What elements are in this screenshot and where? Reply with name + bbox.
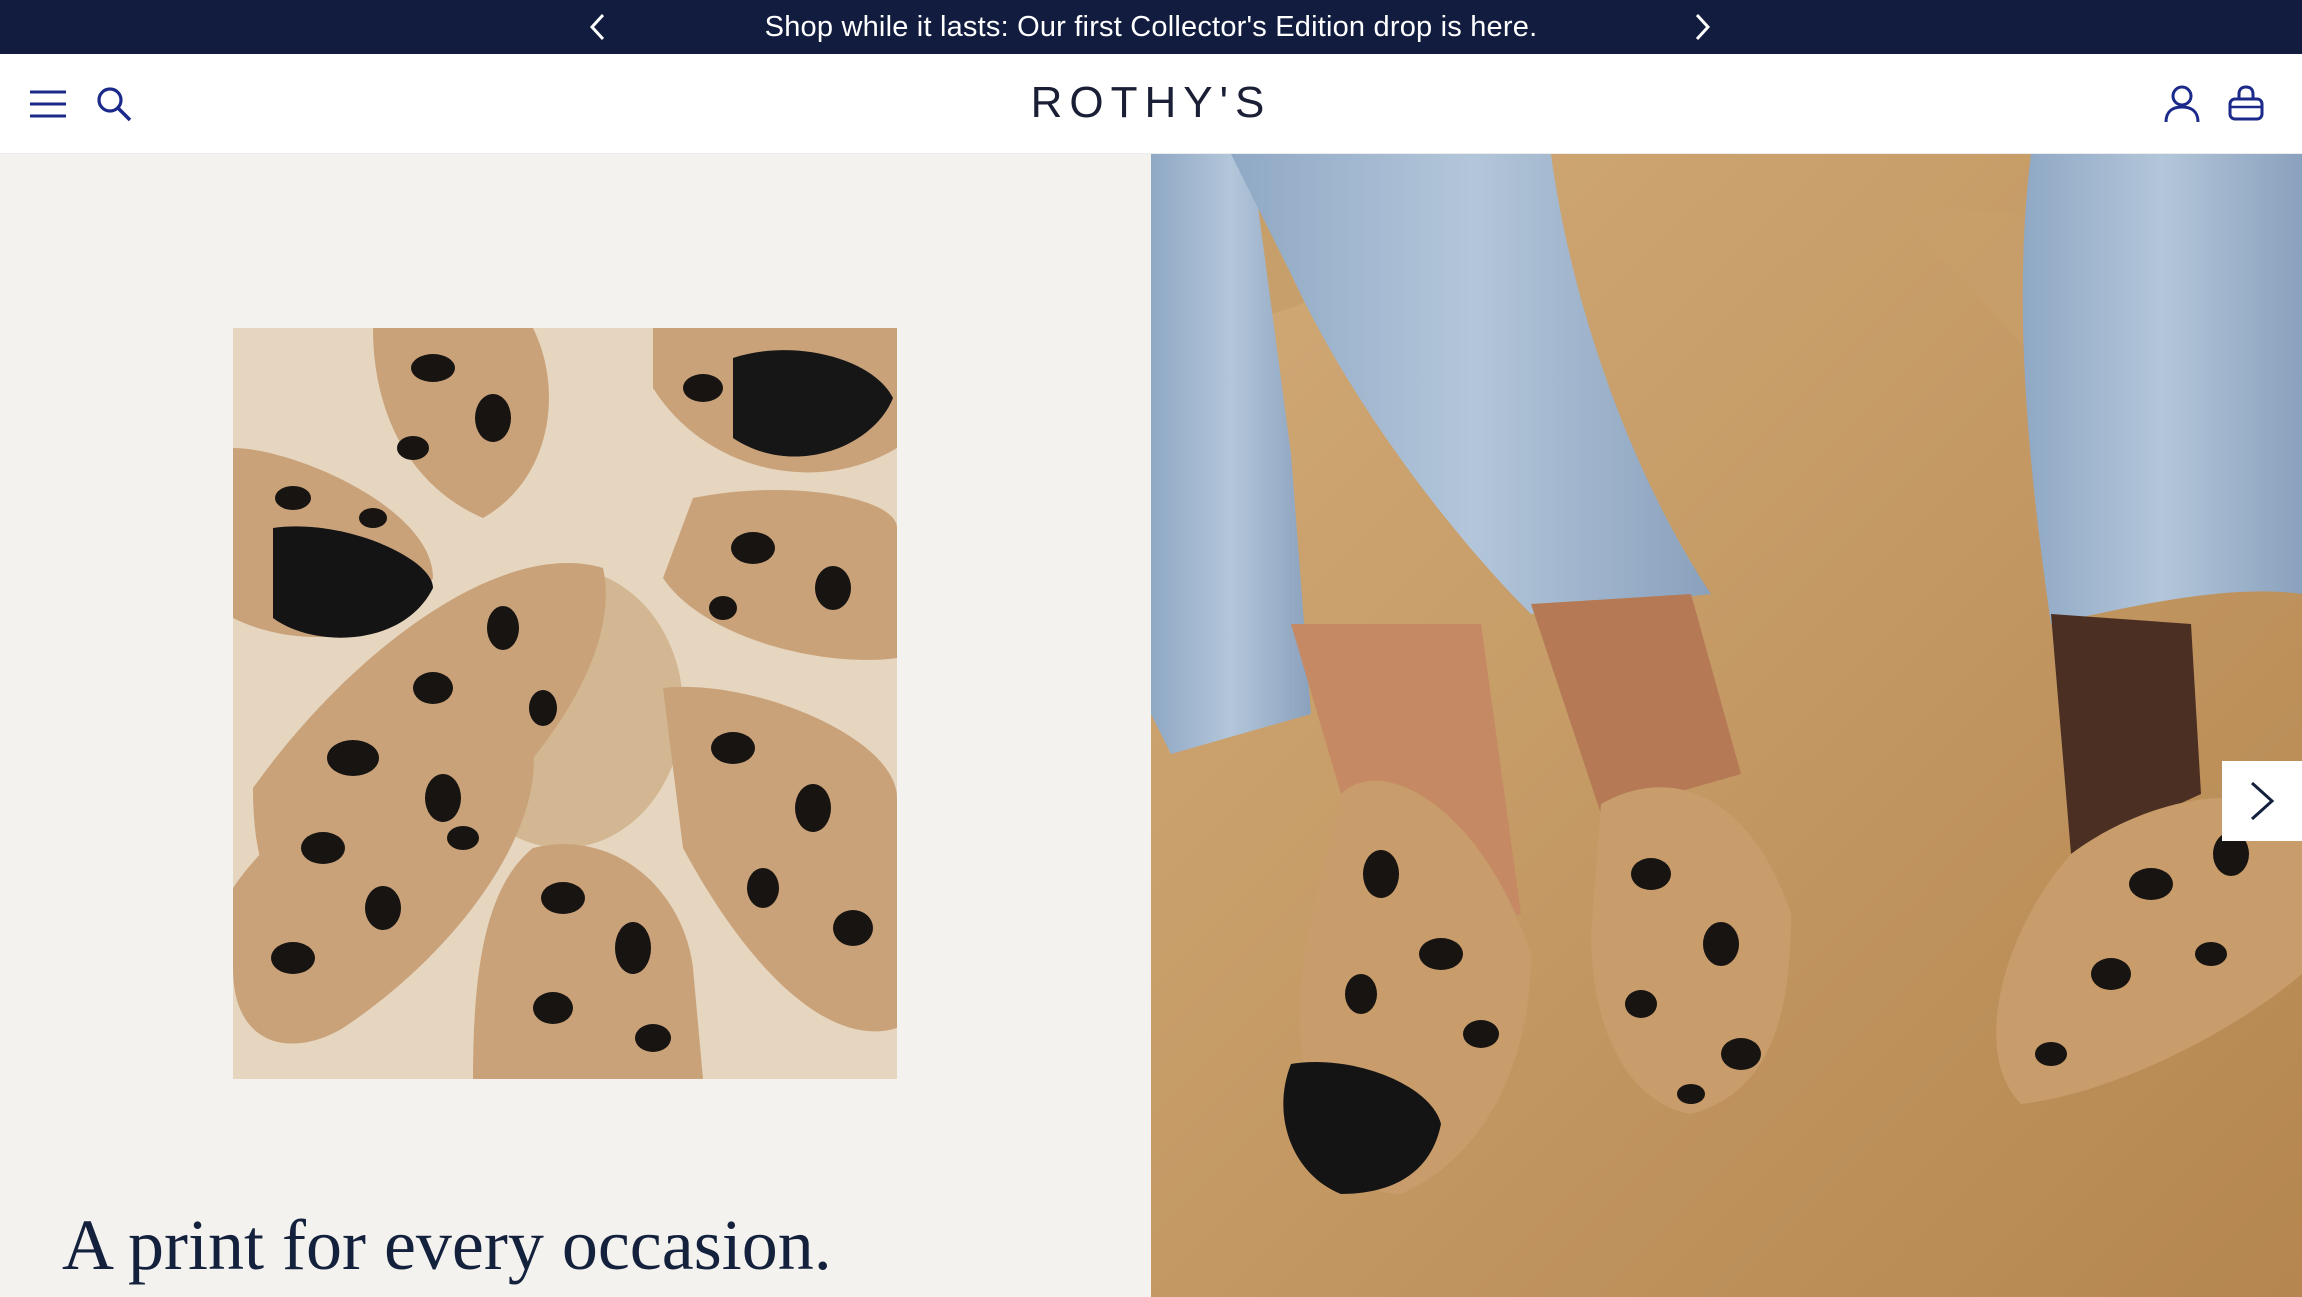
account-icon: [2164, 85, 2200, 123]
chevron-right-icon: [2250, 781, 2275, 821]
hero-section: A print for every occasion.: [0, 154, 2302, 1297]
flatlay-shoes-image[interactable]: [233, 328, 897, 1079]
bag-button[interactable]: [2224, 82, 2268, 126]
carousel-next-button[interactable]: [2222, 761, 2302, 841]
model-wearing-leopard-flats-image: [1151, 154, 2302, 1297]
hero-right-panel[interactable]: [1151, 154, 2302, 1297]
chevron-left-icon: [589, 13, 605, 41]
announcement-prev-button[interactable]: [580, 10, 614, 44]
leopard-flats-flatlay-illustration: [233, 328, 897, 1079]
hero-left-panel: A print for every occasion.: [0, 154, 1151, 1297]
site-logo[interactable]: ROTHY'S: [0, 78, 2302, 128]
announcement-next-button[interactable]: [1686, 10, 1720, 44]
announcement-bar: Shop while it lasts: Our first Collector…: [0, 0, 2302, 54]
announcement-text[interactable]: Shop while it lasts: Our first Collector…: [765, 11, 1538, 44]
hero-headline: A print for every occasion.: [62, 1205, 832, 1285]
site-header: ROTHY'S: [0, 54, 2302, 154]
chevron-right-icon: [1695, 13, 1711, 41]
shopping-bag-icon: [2228, 85, 2264, 121]
account-button[interactable]: [2160, 82, 2204, 126]
